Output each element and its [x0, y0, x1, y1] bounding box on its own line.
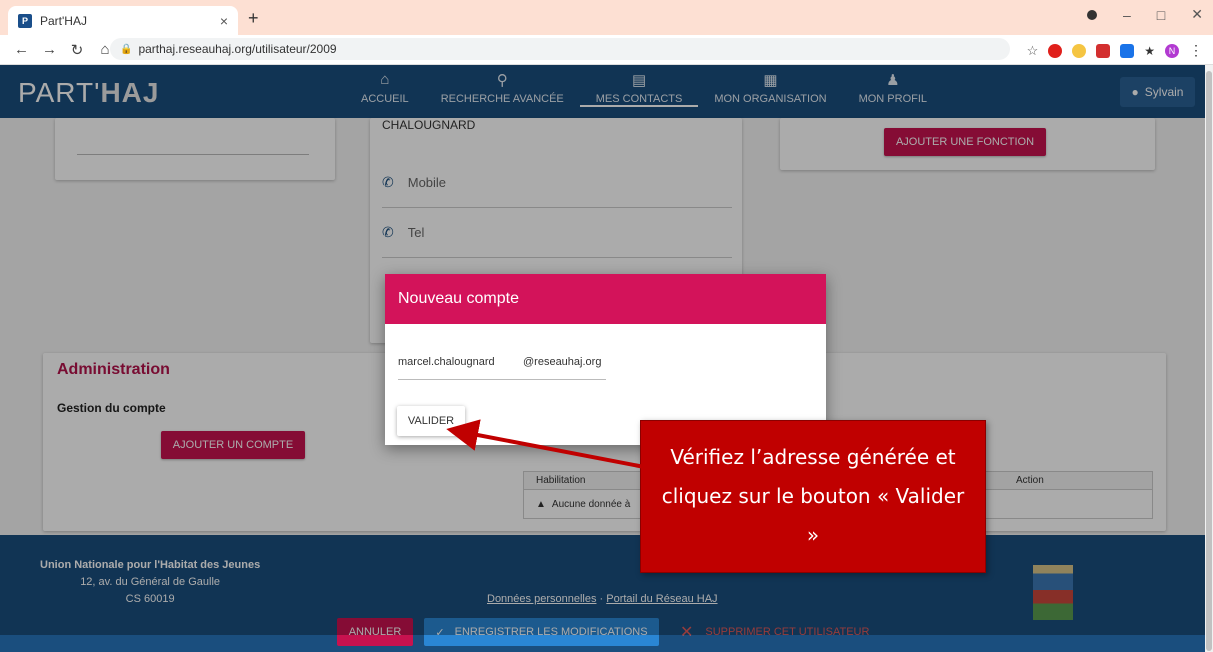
scrollbar-thumb[interactable]: [1206, 71, 1212, 651]
extension-icons: ☆ ★ N ⋮: [1027, 42, 1203, 59]
callout-text: Vérifiez l’adresse générée et cliquez su…: [661, 445, 965, 547]
input-underline: [398, 379, 606, 380]
dialog-title: Nouveau compte: [385, 274, 826, 324]
forward-icon[interactable]: →: [42, 41, 57, 58]
maximize-icon[interactable]: □: [1157, 7, 1165, 23]
menu-kebab-icon[interactable]: ⋮: [1189, 42, 1203, 59]
profile-dot-icon[interactable]: [1087, 9, 1097, 20]
moon-extension-icon[interactable]: [1072, 43, 1087, 58]
pdf-extension-icon[interactable]: [1096, 43, 1111, 58]
account-domain: @reseauhaj.org: [523, 356, 602, 368]
opera-extension-icon[interactable]: [1048, 43, 1063, 58]
url-input[interactable]: 🔒 parthaj.reseauhaj.org/utilisateur/2009: [110, 38, 1010, 60]
new-tab-button[interactable]: +: [248, 8, 259, 29]
url-text: parthaj.reseauhaj.org/utilisateur/2009: [138, 42, 337, 56]
favicon-icon: P: [18, 13, 32, 28]
minimize-icon[interactable]: –: [1123, 7, 1131, 23]
close-window-icon[interactable]: ✕: [1191, 6, 1203, 23]
close-tab-icon[interactable]: ×: [220, 13, 228, 29]
validate-button[interactable]: VALIDER: [397, 406, 465, 436]
meet-extension-icon[interactable]: [1120, 43, 1135, 58]
back-icon[interactable]: ←: [14, 41, 29, 58]
tab-title: Part'HAJ: [40, 13, 87, 28]
lock-icon: 🔒: [120, 43, 133, 55]
address-bar: ← → ↻ ⌂ 🔒 parthaj.reseauhaj.org/utilisat…: [0, 35, 1213, 65]
page-scrollbar[interactable]: [1205, 65, 1213, 652]
instruction-callout: Vérifiez l’adresse générée et cliquez su…: [640, 420, 986, 573]
avatar[interactable]: N: [1165, 43, 1179, 58]
account-username-input[interactable]: marcel.chalougnard: [398, 356, 495, 368]
puzzle-extension-icon[interactable]: ★: [1144, 44, 1155, 58]
window-controls: – □ ✕: [1087, 6, 1203, 23]
bookmark-star-icon[interactable]: ☆: [1027, 43, 1039, 59]
browser-tab[interactable]: P Part'HAJ ×: [8, 6, 238, 35]
browser-tab-bar: P Part'HAJ × + – □ ✕: [0, 0, 1213, 35]
reload-icon[interactable]: ↻: [70, 41, 84, 59]
